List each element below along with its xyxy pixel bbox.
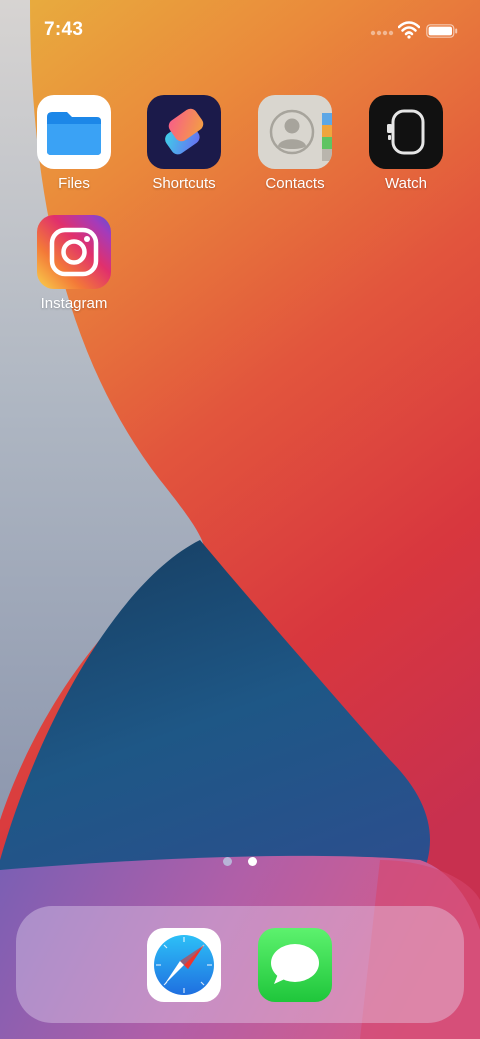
shortcuts-icon [147, 95, 221, 169]
app-shortcuts[interactable]: Shortcuts [129, 95, 239, 192]
safari-icon[interactable] [147, 928, 221, 1002]
app-label: Shortcuts [152, 175, 216, 192]
app-instagram[interactable]: Instagram [19, 215, 129, 312]
contacts-icon [258, 95, 332, 169]
app-label: Instagram [40, 295, 108, 312]
page-dot-1[interactable] [222, 857, 232, 866]
watch-icon [369, 95, 443, 169]
app-label: Files [58, 175, 90, 192]
app-files[interactable]: Files [19, 95, 129, 192]
cellular-signal-icon [370, 30, 394, 36]
wifi-icon [398, 21, 420, 39]
battery-icon [426, 24, 458, 38]
app-watch[interactable]: Watch [351, 95, 461, 192]
status-bar: 7:43 [0, 0, 480, 60]
instagram-icon [37, 215, 111, 289]
messages-icon[interactable] [258, 928, 332, 1002]
dock [16, 906, 464, 1023]
app-label: Contacts [265, 175, 325, 192]
app-label: Watch [385, 175, 427, 192]
files-icon [37, 95, 111, 169]
app-contacts[interactable]: Contacts [240, 95, 350, 192]
status-time: 7:43 [44, 19, 84, 40]
page-indicator[interactable] [0, 853, 480, 866]
home-screen: 7:43 Files Shortcuts Contacts Watch Inst… [0, 0, 480, 1039]
